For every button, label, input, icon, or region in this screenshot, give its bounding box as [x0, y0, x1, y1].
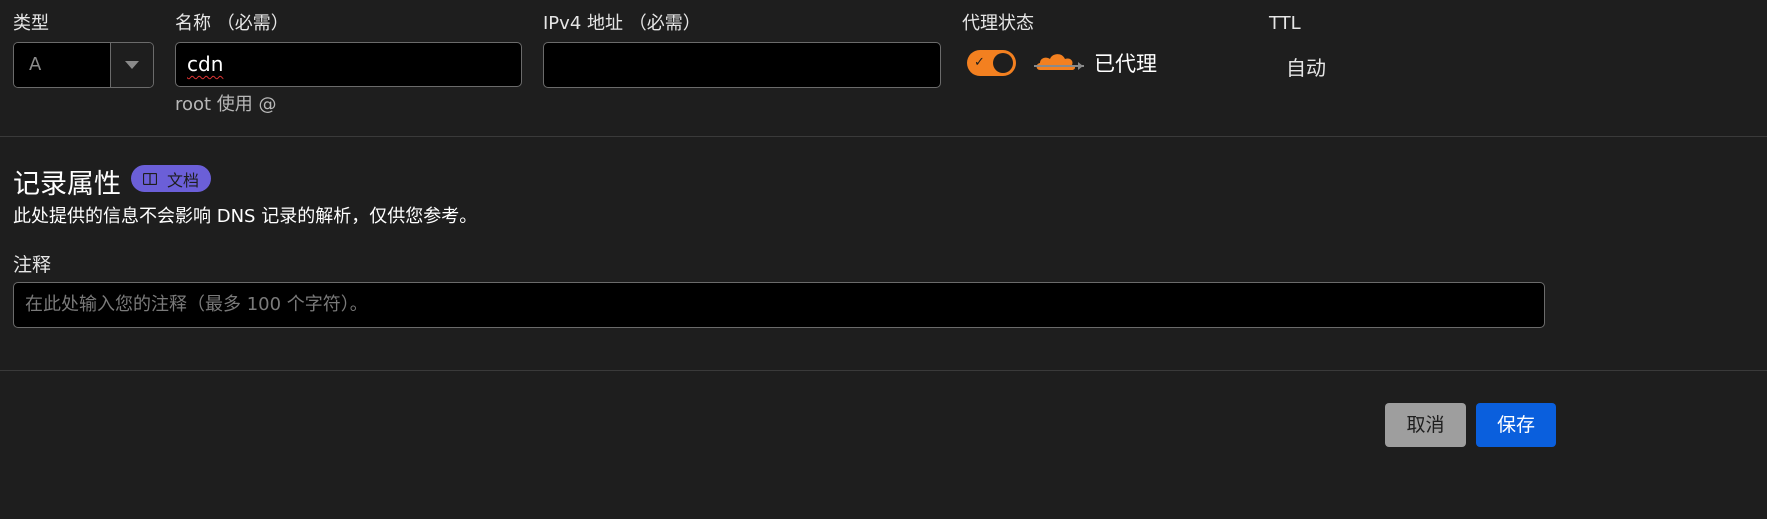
comment-label: 注释 — [13, 254, 52, 276]
dns-record-edit-form: 类型 名称 （必需） IPv4 地址 （必需） 代理状态 TTL A cdn r… — [0, 0, 1767, 519]
comment-placeholder: 在此处输入您的注释（最多 100 个字符）。 — [25, 294, 368, 315]
type-select-value: A — [14, 43, 110, 87]
proxy-status-label: 代理状态 — [962, 13, 1034, 34]
name-input[interactable]: cdn — [175, 42, 522, 87]
save-button[interactable]: 保存 — [1476, 403, 1556, 447]
divider — [0, 370, 1767, 371]
proxy-status-text: 已代理 — [1094, 52, 1157, 76]
type-label: 类型 — [13, 13, 49, 34]
book-icon — [142, 172, 157, 185]
record-attributes-title: 记录属性 — [13, 169, 121, 200]
chevron-down-icon — [125, 61, 139, 69]
docs-badge-link[interactable]: 文档 — [131, 165, 211, 192]
name-input-value: cdn — [187, 52, 224, 76]
ttl-label: TTL — [1269, 13, 1301, 34]
ipv4-input[interactable] — [543, 42, 941, 88]
ttl-value: 自动 — [1286, 56, 1326, 80]
toggle-knob — [993, 53, 1013, 73]
type-select-toggle[interactable] — [110, 43, 153, 87]
type-select[interactable]: A — [13, 42, 154, 88]
name-hint: root 使用 @ — [175, 94, 277, 115]
comment-input[interactable]: 在此处输入您的注释（最多 100 个字符）。 — [13, 282, 1545, 328]
cancel-button[interactable]: 取消 — [1385, 403, 1466, 447]
proxy-toggle[interactable]: ✓ — [967, 50, 1016, 76]
cloud-icon — [1034, 54, 1084, 70]
ipv4-label: IPv4 地址 （必需） — [543, 13, 701, 34]
name-label: 名称 （必需） — [175, 13, 289, 34]
check-icon: ✓ — [974, 55, 985, 70]
docs-badge-label: 文档 — [166, 170, 199, 190]
record-attributes-description: 此处提供的信息不会影响 DNS 记录的解析，仅供您参考。 — [13, 206, 478, 227]
divider — [0, 136, 1767, 137]
